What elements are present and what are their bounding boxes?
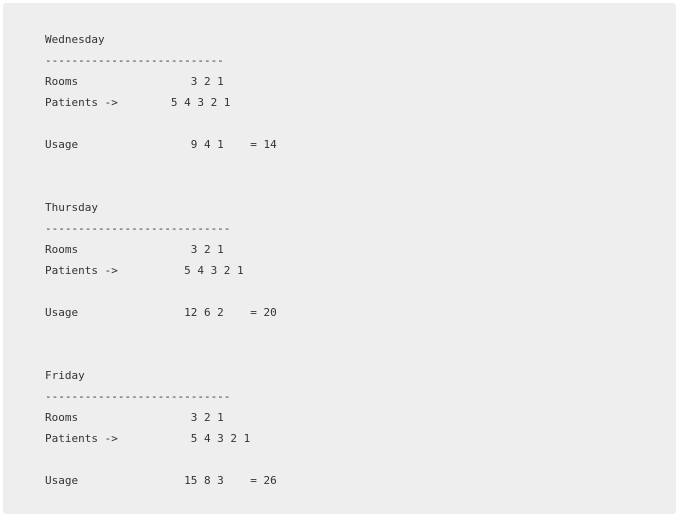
line-blank: [45, 113, 676, 134]
line-blank: [45, 281, 676, 302]
line-divider: ---------------------------: [45, 54, 224, 67]
line-patients: Patients -> 5 4 3 2 1: [45, 432, 251, 445]
line-rooms: Rooms 3 2 1: [45, 243, 224, 256]
line-patients: Patients -> 5 4 3 2 1: [45, 264, 244, 277]
line-friday-heading: Friday: [45, 369, 85, 382]
line-wednesday-heading: Wednesday: [45, 33, 105, 46]
line-blank: [45, 155, 676, 176]
line-blank: [45, 323, 676, 344]
line-usage: Usage 15 8 3 = 26: [45, 474, 277, 487]
line-blank: [45, 344, 676, 365]
line-usage: Usage 9 4 1 = 14: [45, 138, 277, 151]
line-patients: Patients -> 5 4 3 2 1: [45, 96, 231, 109]
line-blank: [45, 449, 676, 470]
line-blank: [45, 176, 676, 197]
line-rooms: Rooms 3 2 1: [45, 75, 224, 88]
line-thursday-heading: Thursday: [45, 201, 98, 214]
line-rooms: Rooms 3 2 1: [45, 411, 224, 424]
line-usage: Usage 12 6 2 = 20: [45, 306, 277, 319]
line-divider: ----------------------------: [45, 222, 231, 235]
schedule-text: Wednesday --------------------------- Room…: [45, 29, 676, 491]
code-block: Wednesday --------------------------- Room…: [3, 3, 676, 514]
line-divider: ----------------------------: [45, 390, 231, 403]
